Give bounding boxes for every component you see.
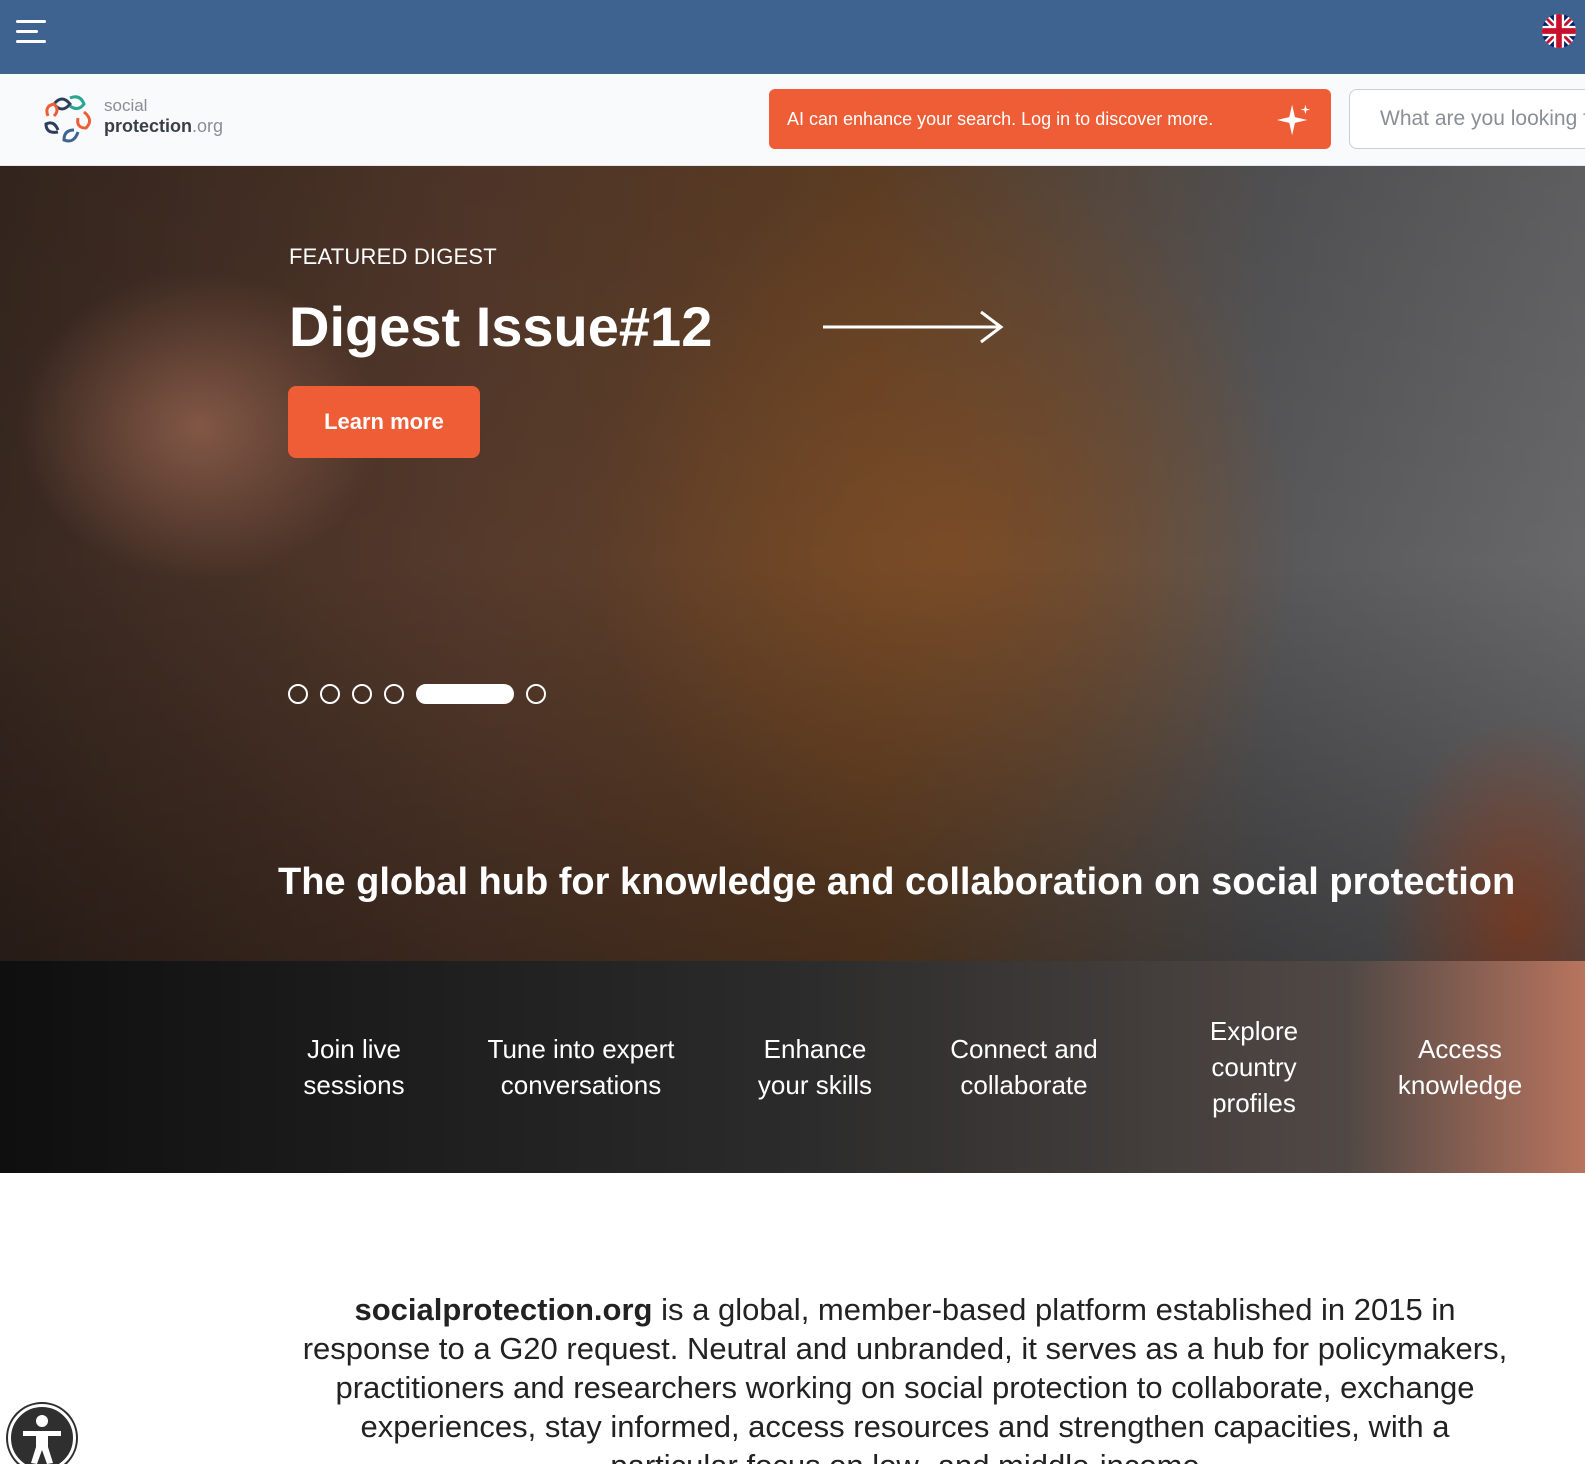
top-bar	[0, 0, 1585, 74]
feature-label-line: country	[1211, 1052, 1297, 1082]
hero-tagline: The global hub for knowledge and collabo…	[278, 861, 1516, 903]
feature-label-line: Tune into expert	[487, 1034, 675, 1064]
accessibility-icon	[23, 1415, 61, 1464]
carousel-pagination	[288, 683, 546, 705]
hamburger-menu-icon[interactable]	[16, 20, 48, 44]
feature-label-line: Join live	[307, 1034, 401, 1064]
feature-link-expert-conversations[interactable]: Tune into expert conversations	[470, 1031, 692, 1103]
logo-text-protection: protection.org	[104, 116, 224, 136]
feature-link-live-sessions[interactable]: Join live sessions	[284, 1031, 424, 1103]
logo-mark-icon	[44, 95, 91, 143]
feature-label-line: profiles	[1212, 1088, 1296, 1118]
feature-links-strip: Join live sessions Tune into expert conv…	[0, 961, 1585, 1173]
carousel-dot[interactable]	[320, 684, 340, 704]
site-logo[interactable]: social protection.org	[40, 88, 230, 152]
carousel-dot-active[interactable]	[416, 684, 514, 704]
feature-label-line: Access	[1418, 1034, 1502, 1064]
feature-label-line: knowledge	[1397, 1070, 1523, 1100]
carousel-dot[interactable]	[288, 684, 308, 704]
ai-search-banner[interactable]: AI can enhance your search. Log in to di…	[769, 89, 1331, 149]
feature-label-line: Enhance	[763, 1034, 867, 1064]
accessibility-button[interactable]	[8, 1404, 76, 1464]
feature-link-enhance-skills[interactable]: Enhance your skills	[740, 1031, 890, 1103]
feature-link-connect-collaborate[interactable]: Connect and collaborate	[932, 1031, 1116, 1103]
feature-label-line: sessions	[303, 1070, 405, 1100]
hero-image-overlay	[0, 166, 1585, 961]
feature-link-access-knowledge[interactable]: Access knowledge	[1380, 1031, 1540, 1103]
search-input[interactable]	[1350, 90, 1585, 148]
hero-banner: FEATURED DIGEST Digest Issue#12 Learn mo…	[0, 166, 1585, 961]
carousel-dot[interactable]	[352, 684, 372, 704]
sparkle-icon	[1276, 104, 1311, 136]
arrow-right-icon[interactable]	[823, 310, 1005, 344]
about-paragraph: socialprotection.org is a global, member…	[300, 1290, 1510, 1464]
hero-kicker: FEATURED DIGEST	[289, 244, 497, 269]
feature-label-line: Explore	[1209, 1016, 1299, 1046]
feature-label-line: conversations	[500, 1070, 662, 1100]
uk-flag-icon[interactable]	[1542, 14, 1576, 48]
carousel-dot[interactable]	[384, 684, 404, 704]
learn-more-button[interactable]: Learn more	[288, 386, 480, 458]
carousel-dot[interactable]	[526, 684, 546, 704]
feature-link-country-profiles[interactable]: Explore country profiles	[1184, 1013, 1324, 1121]
logo-text-social: social	[104, 96, 148, 115]
search-box	[1349, 89, 1585, 149]
ai-banner-text: AI can enhance your search. Log in to di…	[787, 108, 1214, 129]
feature-label-line: Connect and	[950, 1034, 1098, 1064]
feature-label-line: collaborate	[960, 1070, 1088, 1100]
hero-title: Digest Issue#12	[289, 295, 713, 358]
feature-label-line: your skills	[757, 1070, 873, 1100]
site-header: social protection.org AI can enhance you…	[0, 74, 1585, 166]
about-brand: socialprotection.org	[354, 1292, 653, 1327]
